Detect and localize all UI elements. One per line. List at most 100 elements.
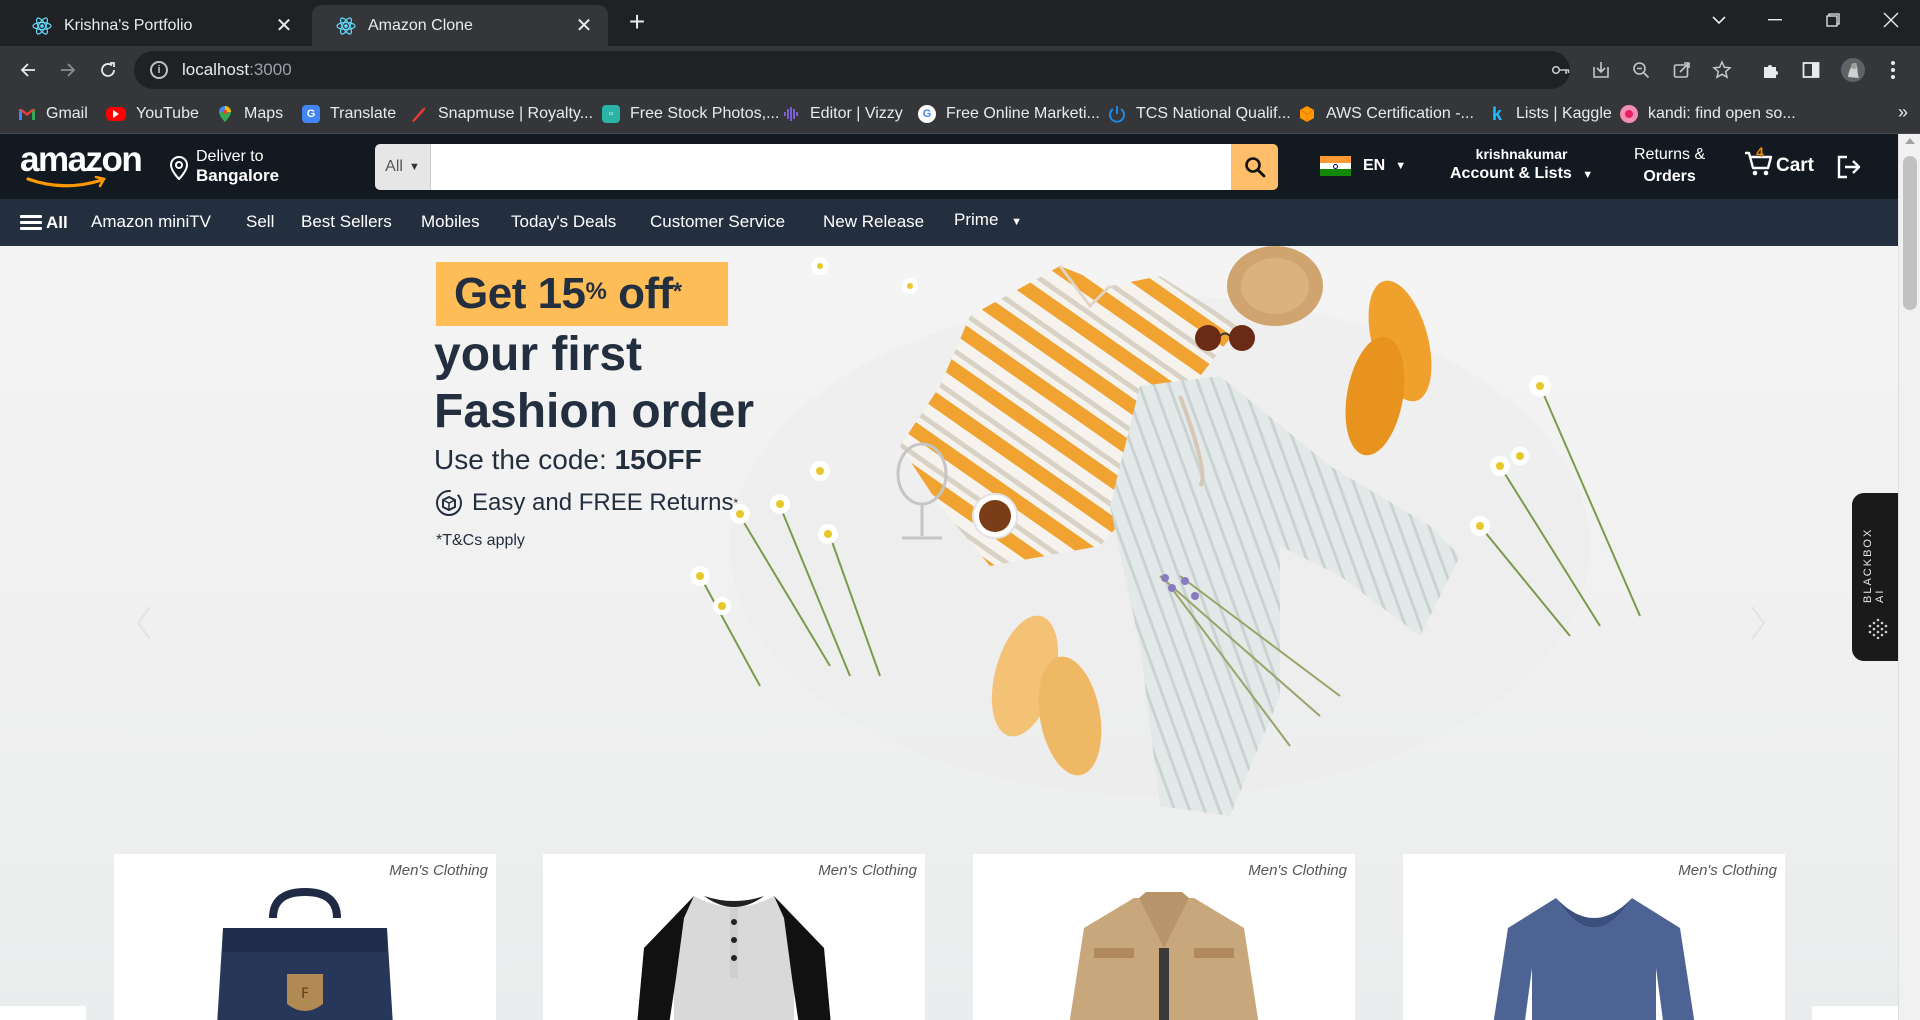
cart-count: 4: [1756, 144, 1764, 160]
bookmark-snapmuse[interactable]: Snapmuse | Royalty...: [410, 102, 593, 126]
caret-down-icon: ▼: [1011, 216, 1023, 228]
close-window-icon[interactable]: [1868, 0, 1914, 40]
nav-item-minitv[interactable]: Amazon miniTV: [91, 212, 211, 232]
promo-code-prefix: Use the code:: [434, 444, 615, 475]
search-input[interactable]: [431, 144, 1231, 190]
bookmark-maps[interactable]: Maps: [216, 102, 283, 126]
bookmark-vizzy[interactable]: Editor | Vizzy: [782, 102, 903, 126]
product-card[interactable]: Men's Clothing: [1403, 854, 1785, 1020]
snapmuse-icon: [410, 105, 428, 123]
nav-item-todays-deals[interactable]: Today's Deals: [511, 212, 616, 232]
search-category-select[interactable]: All ▼: [375, 144, 431, 190]
promo-badge-off: off: [606, 269, 673, 318]
tab-search-chevron-icon[interactable]: [1696, 0, 1742, 40]
page-scrollbar[interactable]: [1898, 134, 1920, 1020]
returns-asterisk: *: [733, 496, 739, 510]
bookmark-gmail[interactable]: Gmail: [18, 102, 88, 126]
side-panel-icon[interactable]: [1796, 55, 1826, 85]
blackbox-ai-widget[interactable]: BLACKBOX AI: [1852, 493, 1898, 661]
promo-badge-text: Get 15: [454, 269, 586, 318]
product-card[interactable]: Men's Clothing: [543, 854, 925, 1020]
site-info-icon[interactable]: i: [150, 61, 168, 79]
deliver-to[interactable]: Deliver to Bangalore: [169, 148, 279, 186]
logo-smile-icon: [26, 176, 106, 188]
share-icon[interactable]: [1667, 55, 1697, 85]
google-icon: G: [918, 105, 936, 123]
search-button[interactable]: [1231, 144, 1278, 190]
account-lists[interactable]: krishnakumar Account & Lists ▼: [1450, 145, 1593, 186]
bookmark-tcs[interactable]: TCS National Qualif...: [1108, 102, 1291, 126]
nav-item-prime[interactable]: Prime ▼: [954, 210, 1022, 230]
orders-label: Orders: [1643, 168, 1696, 185]
site-header: amazon Deliver to Bangalore All ▼ EN ▼ k…: [0, 134, 1898, 199]
extensions-puzzle-icon[interactable]: [1756, 55, 1786, 85]
all-menu-button[interactable]: All: [20, 212, 68, 233]
new-tab-button[interactable]: +: [622, 8, 652, 38]
tab-title: Amazon Clone: [368, 16, 473, 34]
promo-code: 15OFF: [614, 444, 702, 475]
carousel-prev-icon[interactable]: [134, 603, 154, 643]
browser-tab-amazon-clone[interactable]: Amazon Clone ✕: [312, 5, 608, 46]
tab-title: Krishna's Portfolio: [64, 16, 193, 34]
promo-badge-asterisk: *: [672, 278, 682, 305]
bookmark-label: Free Stock Photos,...: [630, 105, 780, 122]
back-arrow-icon[interactable]: [12, 54, 44, 86]
product-category: Men's Clothing: [389, 862, 488, 879]
search-category-value: All: [385, 158, 403, 175]
address-bar[interactable]: i localhost:3000: [134, 51, 1570, 89]
nav-item-mobiles[interactable]: Mobiles: [421, 212, 480, 232]
free-returns: Easy and FREE Returns *: [434, 488, 738, 518]
bookmark-youtube[interactable]: YouTube: [106, 102, 199, 126]
key-icon[interactable]: [1546, 55, 1576, 85]
stock-photos-icon: ▫: [602, 105, 620, 123]
zoom-icon[interactable]: [1626, 55, 1656, 85]
bookmark-translate[interactable]: G Translate: [302, 102, 396, 126]
scroll-up-arrow-icon[interactable]: [1905, 138, 1915, 144]
nav-item-best-sellers[interactable]: Best Sellers: [301, 212, 392, 232]
more-bookmarks-icon[interactable]: »: [1898, 102, 1908, 123]
returns-orders[interactable]: Returns & Orders: [1634, 145, 1705, 189]
bookmark-star-icon[interactable]: [1707, 55, 1737, 85]
product-card[interactable]: Men's Clothing: [973, 854, 1355, 1020]
nav-item-customer-service[interactable]: Customer Service: [650, 212, 785, 232]
cart-button[interactable]: 4 Cart: [1744, 144, 1814, 178]
deliver-label: Deliver to: [196, 148, 264, 165]
product-category: Men's Clothing: [1248, 862, 1347, 879]
scrollbar-thumb[interactable]: [1903, 156, 1917, 310]
reload-icon[interactable]: [92, 54, 124, 86]
ai-logo-icon: [1868, 618, 1888, 639]
browser-tab-portfolio[interactable]: Krishna's Portfolio ✕: [8, 5, 308, 46]
install-app-icon[interactable]: [1586, 55, 1616, 85]
nav-item-new-release[interactable]: New Release: [823, 212, 924, 232]
product-card[interactable]: Men's Clothing F: [114, 854, 496, 1020]
v-neck-tee-image: [1493, 898, 1695, 1020]
close-icon[interactable]: ✕: [274, 13, 294, 38]
profile-avatar[interactable]: [1838, 55, 1868, 85]
location-pin-icon: [169, 155, 192, 186]
ai-widget-label: BLACKBOX AI: [1862, 527, 1886, 603]
tcs-icon: [1108, 105, 1126, 123]
caret-down-icon: ▼: [408, 161, 420, 173]
carousel-next-icon[interactable]: [1748, 603, 1768, 643]
chrome-menu-icon[interactable]: [1878, 55, 1908, 85]
minimize-icon[interactable]: [1752, 0, 1798, 40]
language-selector[interactable]: EN ▼: [1320, 156, 1406, 177]
logout-icon[interactable]: [1836, 154, 1862, 180]
nav-item-sell[interactable]: Sell: [246, 212, 274, 232]
backpack-image: F: [217, 888, 393, 1020]
restore-icon[interactable]: [1810, 0, 1856, 40]
gmail-icon: [18, 105, 36, 123]
amazon-logo[interactable]: amazon: [20, 142, 143, 190]
bookmark-stock-photos[interactable]: ▫ Free Stock Photos,...: [602, 102, 779, 126]
bookmark-kaggle[interactable]: k Lists | Kaggle: [1488, 102, 1612, 126]
bookmark-free-online-marketing[interactable]: G Free Online Marketi...: [918, 102, 1100, 126]
forward-arrow-icon[interactable]: [52, 54, 84, 86]
bookmarks-bar: Gmail YouTube Maps G Translate Snapmuse …: [0, 94, 1920, 134]
bookmark-kandi[interactable]: kandi: find open so...: [1620, 102, 1796, 126]
bookmark-aws[interactable]: AWS Certification -...: [1298, 102, 1474, 126]
promo-badge-percent: %: [585, 278, 607, 305]
close-icon[interactable]: ✕: [574, 13, 594, 38]
bookmark-label: YouTube: [136, 105, 199, 122]
kandi-icon: [1620, 105, 1638, 123]
language-code: EN: [1363, 157, 1386, 174]
